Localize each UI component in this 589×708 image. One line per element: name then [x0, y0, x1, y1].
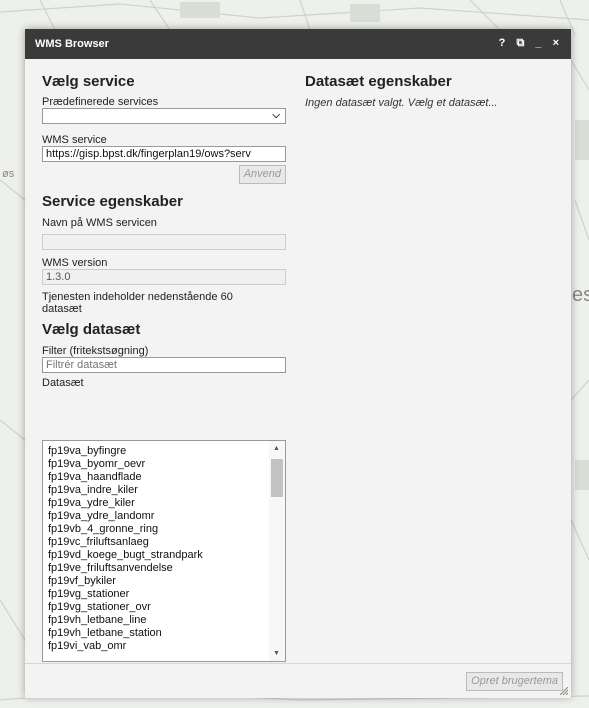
scrollbar-thumb[interactable]	[271, 459, 283, 497]
dialog-footer: Opret brugertema	[25, 663, 571, 698]
scroll-down-icon[interactable]: ▼	[273, 650, 280, 657]
dataset-list-item[interactable]: fp19va_byfingre	[48, 445, 285, 458]
dataset-list-item[interactable]: fp19va_ydre_kiler	[48, 497, 285, 510]
dataset-list-item[interactable]: fp19vh_letbane_line	[48, 614, 285, 627]
dataset-count-text: Tjenesten indeholder nedenstående 60 dat…	[42, 291, 233, 315]
wms-service-label: WMS service	[42, 134, 107, 146]
no-dataset-note: Ingen datasæt valgt. Vælg et datasæt...	[305, 97, 498, 109]
service-name-field	[42, 234, 286, 250]
dialog-title: WMS Browser	[35, 38, 109, 50]
dataset-list-item[interactable]: fp19va_indre_kiler	[48, 484, 285, 497]
dataset-list-item[interactable]: fp19va_ydre_landomr	[48, 510, 285, 523]
dataset-list-item[interactable]: fp19va_haandflade	[48, 471, 285, 484]
dataset-list-item[interactable]: fp19va_byomr_oevr	[48, 458, 285, 471]
close-icon[interactable]: ×	[553, 37, 563, 49]
right-column: Datasæt egenskaber Ingen datasæt valgt. …	[305, 73, 555, 109]
left-column: Vælg service Prædefinerede services ⌵ WM…	[42, 73, 286, 389]
dataset-list-item[interactable]: fp19vh_letbane_station	[48, 627, 285, 640]
dataset-list-item[interactable]: fp19vb_4_gronne_ring	[48, 523, 285, 536]
dataset-list-item[interactable]: fp19vg_stationer_ovr	[48, 601, 285, 614]
dataset-list-item[interactable]: fp19vc_friluftsanlaeg	[48, 536, 285, 549]
dialog-titlebar[interactable]: WMS Browser ? ⧉ _ ×	[25, 29, 571, 59]
wms-service-input[interactable]: https://gisp.bpst.dk/fingerplan19/ows?se…	[42, 146, 286, 162]
wms-version-label: WMS version	[42, 257, 108, 269]
filter-label: Filter (fritekstsøgning)	[42, 345, 149, 357]
create-user-theme-button[interactable]: Opret brugertema	[466, 672, 563, 691]
minimize-icon[interactable]: _	[535, 37, 545, 49]
window-controls: ? ⧉ _ ×	[499, 37, 563, 50]
listbox-scrollbar[interactable]: ▲ ▼	[269, 441, 285, 661]
dataset-list-item[interactable]: fp19vi_vab_omr	[48, 640, 285, 653]
service-name-label: Navn på WMS servicen	[42, 217, 157, 229]
dock-icon[interactable]: ⧉	[516, 37, 528, 49]
dataset-list-item[interactable]: fp19ve_friluftsanvendelse	[48, 562, 285, 575]
service-heading: Vælg service	[42, 73, 135, 90]
wms-browser-dialog: WMS Browser ? ⧉ _ × Vælg service Prædefi…	[25, 29, 571, 698]
filter-input[interactable]	[42, 357, 286, 373]
resize-grip-icon[interactable]	[560, 687, 568, 695]
scroll-up-icon[interactable]: ▲	[273, 445, 280, 452]
dataset-properties-heading: Datasæt egenskaber	[305, 73, 452, 90]
help-icon[interactable]: ?	[499, 37, 510, 49]
service-properties-heading: Service egenskaber	[42, 193, 183, 210]
datasets-label: Datasæt	[42, 377, 84, 389]
map-label-left: øs	[2, 168, 15, 180]
dataset-list-item[interactable]: fp19vf_bykiler	[48, 575, 285, 588]
dialog-content: Vælg service Prædefinerede services ⌵ WM…	[25, 59, 571, 663]
map-label-right: es	[572, 284, 589, 306]
wms-version-field: 1.3.0	[42, 269, 286, 285]
dataset-list-item[interactable]: fp19vd_koege_bugt_strandpark	[48, 549, 285, 562]
dataset-list-item[interactable]: fp19vg_stationer	[48, 588, 285, 601]
predefined-services-select[interactable]: ⌵	[42, 108, 286, 124]
dataset-list: fp19va_byfingre fp19va_byomr_oevr fp19va_h…	[43, 441, 285, 653]
datasets-listbox[interactable]: fp19va_byfingre fp19va_byomr_oevr fp19va_h…	[42, 440, 286, 662]
apply-button[interactable]: Anvend	[238, 165, 286, 184]
select-dataset-heading: Vælg datasæt	[42, 321, 141, 338]
predefined-services-label: Prædefinerede services	[42, 96, 159, 108]
chevron-down-icon: ⌵	[272, 110, 280, 121]
